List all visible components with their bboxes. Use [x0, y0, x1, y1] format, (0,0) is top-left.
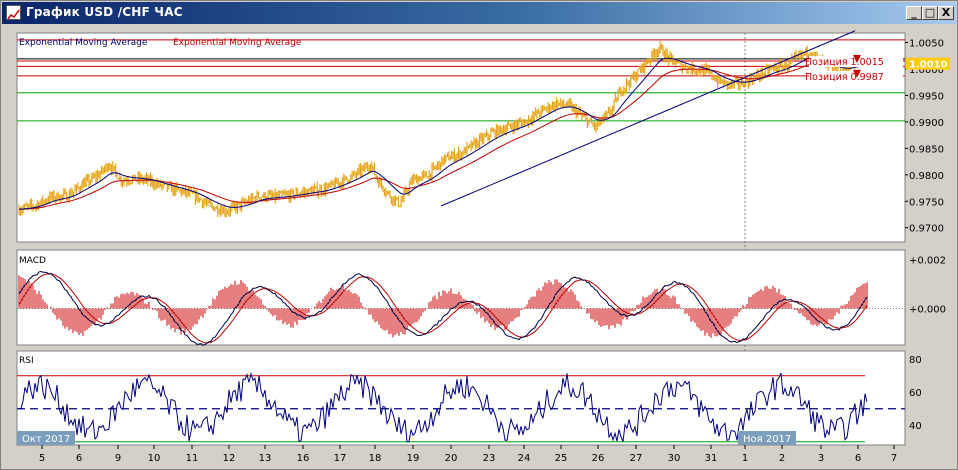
x-tick-label: 17 [334, 453, 347, 464]
x-tick-label: 6 [855, 453, 861, 464]
close-button[interactable]: X [938, 6, 954, 20]
maximize-button[interactable]: □ [922, 6, 938, 20]
x-tick-label: 7 [891, 453, 897, 464]
x-tick-label: 23 [483, 453, 496, 464]
x-tick-label: 16 [297, 453, 310, 464]
x-tick-label: 26 [592, 453, 605, 464]
legend-ema-fast: Exponential Moving Average [19, 38, 148, 48]
macd-tick-label: +0.002 [909, 256, 946, 267]
minimize-button[interactable]: _ [906, 6, 922, 20]
chart-area[interactable]: Позиция 1.0015Позиция 0.99871.00501.0000… [1, 25, 957, 469]
x-tick-label: 19 [407, 453, 420, 464]
month-label-1: Ноя 2017 [743, 434, 791, 445]
x-tick-label: 5 [39, 453, 45, 464]
x-tick-label: 9 [115, 453, 121, 464]
price-tick-label: 0.9700 [909, 224, 944, 235]
x-tick-label: 3 [818, 453, 824, 464]
title-bar[interactable]: График USD /CHF ЧАС _ □ X [2, 2, 956, 24]
x-tick-label: 6 [76, 453, 82, 464]
legend-ema-slow: Exponential Moving Average [173, 38, 302, 48]
x-tick-label: 27 [630, 453, 643, 464]
x-tick-label: 10 [148, 453, 161, 464]
rsi-title: RSI [19, 356, 34, 366]
x-tick-label: 11 [186, 453, 199, 464]
price-tick-label: 0.9950 [909, 91, 944, 102]
x-tick-label: 25 [555, 453, 568, 464]
x-tick-label: 13 [259, 453, 272, 464]
window-title: График USD /CHF ЧАС [26, 5, 183, 19]
price-tick-label: 0.9750 [909, 197, 944, 208]
price-tick-label: 1.0050 [909, 39, 944, 50]
rsi-tick-label: 60 [909, 388, 922, 399]
macd-title: MACD [19, 256, 46, 266]
x-tick-label: 31 [705, 453, 718, 464]
x-tick-label: 1 [742, 453, 748, 464]
price-tick-label: 0.9900 [909, 118, 944, 129]
month-label-0: Окт 2017 [22, 434, 70, 445]
x-tick-label: 18 [369, 453, 382, 464]
rsi-panel[interactable] [16, 350, 906, 446]
price-panel[interactable] [16, 32, 906, 243]
chart-window: График USD /CHF ЧАС _ □ X Позиция 1.0015… [0, 0, 958, 470]
price-tick-label: 0.9800 [909, 171, 944, 182]
position-label-1: Позиция 0.9987 [805, 72, 884, 83]
current-price-label: 1.0010 [909, 60, 948, 71]
chart-app-icon [6, 5, 21, 20]
macd-tick-label: +0.000 [909, 304, 946, 315]
rsi-tick-label: 40 [909, 421, 922, 432]
x-tick-label: 30 [668, 453, 681, 464]
position-label-0: Позиция 1.0015 [805, 57, 884, 68]
x-tick-label: 2 [779, 453, 785, 464]
price-tick-label: 0.9850 [909, 144, 944, 155]
rsi-tick-label: 80 [909, 355, 922, 366]
x-tick-label: 12 [223, 453, 236, 464]
x-tick-label: 20 [445, 453, 458, 464]
x-tick-label: 24 [518, 453, 531, 464]
